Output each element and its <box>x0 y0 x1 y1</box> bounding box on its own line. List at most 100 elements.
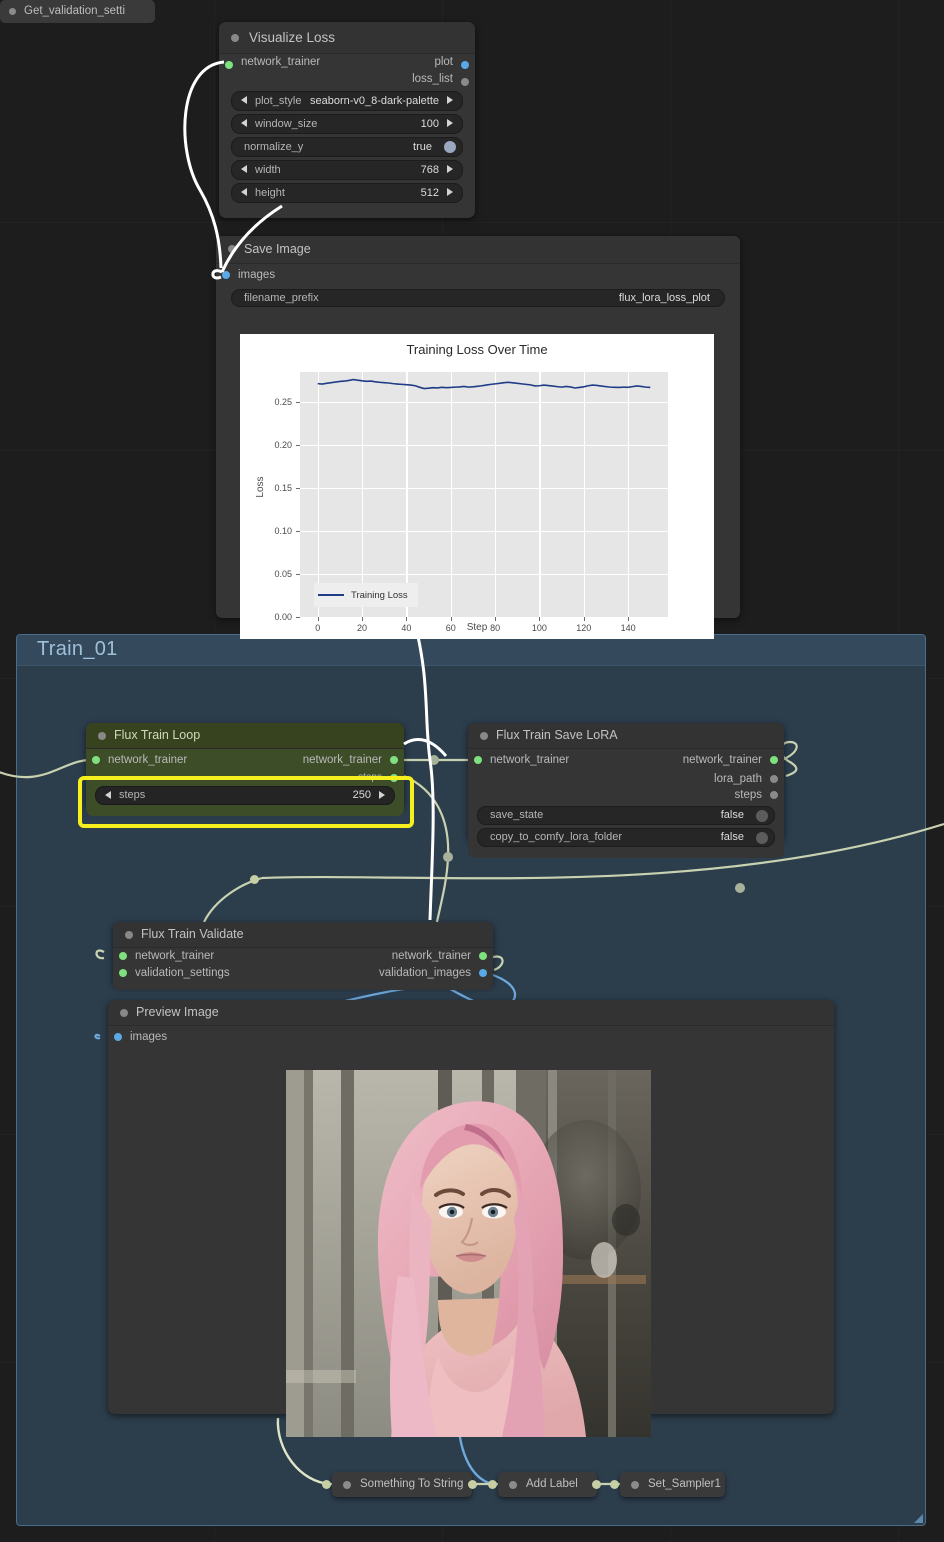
node-flux-train-validate[interactable]: Flux Train Validate network_trainer netw… <box>113 922 493 990</box>
collapsed-input-pin-icon[interactable] <box>322 1480 331 1489</box>
input-pin-icon[interactable] <box>474 756 482 764</box>
widget-value[interactable]: true <box>413 138 432 156</box>
widget-value[interactable]: 768 <box>421 161 439 179</box>
toggle-icon[interactable] <box>756 809 768 822</box>
node-flux-train-save-lora[interactable]: Flux Train Save LoRA network_trainer net… <box>468 723 784 858</box>
widget-width[interactable]: width 768 <box>231 160 463 180</box>
node-title-text: Something To String <box>360 1478 464 1490</box>
decrement-arrow-icon[interactable] <box>241 188 247 196</box>
output-pin-icon[interactable] <box>770 791 778 799</box>
collapsed-input-pin-icon[interactable] <box>610 1480 619 1489</box>
widget-window-size[interactable]: window_size 100 <box>231 114 463 134</box>
input-pin-icon[interactable] <box>119 969 127 977</box>
widget-save-state[interactable]: save_state false <box>477 806 775 825</box>
widget-filename-prefix[interactable]: filename_prefix flux_lora_loss_plot <box>231 289 725 307</box>
slot-images-in[interactable]: images <box>216 264 740 286</box>
slot-label: network_trainer <box>135 950 215 962</box>
slot-steps-out[interactable]: steps <box>468 787 784 803</box>
group-resize-handle[interactable] <box>914 1514 923 1523</box>
node-visualize-loss[interactable]: Visualize Loss network_trainer plot loss… <box>219 22 475 218</box>
chart-x-tick-label: 100 <box>531 623 547 633</box>
widget-value[interactable]: 100 <box>421 115 439 133</box>
slot-network-trainer-in[interactable]: network_trainer plot <box>219 54 475 71</box>
input-pin-icon[interactable] <box>225 61 233 69</box>
node-collapse-icon[interactable] <box>125 931 133 939</box>
node-title-bar[interactable]: Add Label <box>498 1472 597 1497</box>
output-pin-icon[interactable] <box>479 952 487 960</box>
node-collapse-icon[interactable] <box>631 1481 639 1489</box>
increment-arrow-icon[interactable] <box>447 165 453 173</box>
node-title-bar[interactable]: Something To String <box>332 1472 472 1497</box>
node-collapse-icon[interactable] <box>480 732 488 740</box>
output-pin-icon[interactable] <box>770 775 778 783</box>
node-collapse-icon[interactable] <box>343 1481 351 1489</box>
node-title-bar[interactable]: Preview Image <box>108 1000 834 1026</box>
node-collapse-icon[interactable] <box>509 1481 517 1489</box>
widget-value[interactable]: false <box>721 807 744 824</box>
input-pin-icon[interactable] <box>114 1033 122 1041</box>
slot-loss-list-out[interactable]: loss_list <box>219 71 475 88</box>
widget-value[interactable]: seaborn-v0_8-dark-palette <box>310 92 439 110</box>
slot-network-trainer[interactable]: network_trainer network_trainer <box>86 749 404 771</box>
node-title-bar[interactable]: Get_validation_setti <box>0 0 155 23</box>
collapsed-output-pin-icon[interactable] <box>592 1480 601 1489</box>
input-pin-icon[interactable] <box>222 271 230 279</box>
widget-height[interactable]: height 512 <box>231 183 463 203</box>
legend-line-icon <box>318 594 344 596</box>
toggle-icon[interactable] <box>444 140 456 153</box>
node-title-bar[interactable]: Visualize Loss <box>219 22 475 54</box>
increment-arrow-icon[interactable] <box>447 119 453 127</box>
node-collapse-icon[interactable] <box>228 245 236 253</box>
collapsed-input-pin-icon[interactable] <box>488 1480 497 1489</box>
comfyui-canvas[interactable]: Train_01 Visualize Loss network_trainer … <box>0 0 944 1542</box>
chart-x-tick-label: 120 <box>576 623 592 633</box>
output-pin-icon[interactable] <box>770 756 778 764</box>
slot-validation-settings[interactable]: validation_settings validation_images <box>113 965 493 982</box>
slot-lora-path-out[interactable]: lora_path <box>468 771 784 787</box>
decrement-arrow-icon[interactable] <box>241 165 247 173</box>
node-preview-image[interactable]: Preview Image images <box>108 1000 834 1437</box>
node-add-label[interactable]: Add Label <box>498 1472 597 1497</box>
input-pin-icon[interactable] <box>92 756 100 764</box>
slot-network-trainer[interactable]: network_trainer network_trainer <box>113 948 493 965</box>
node-title-bar[interactable]: Flux Train Loop <box>86 723 404 749</box>
output-pin-icon[interactable] <box>479 969 487 977</box>
node-title-text: Flux Train Save LoRA <box>496 728 618 742</box>
collapsed-output-pin-icon[interactable] <box>468 1480 477 1489</box>
slot-images-in[interactable]: images <box>108 1026 834 1048</box>
validation-image-preview[interactable] <box>286 1070 651 1437</box>
toggle-icon[interactable] <box>756 831 768 844</box>
widget-plot-style[interactable]: plot_style seaborn-v0_8-dark-palette <box>231 91 463 111</box>
widget-copy-to-comfy-lora-folder[interactable]: copy_to_comfy_lora_folder false <box>477 828 775 847</box>
widget-value[interactable]: 512 <box>421 184 439 202</box>
node-collapse-icon[interactable] <box>120 1009 128 1017</box>
output-pin-icon[interactable] <box>461 78 469 86</box>
widget-value[interactable]: false <box>721 829 744 846</box>
input-pin-icon[interactable] <box>119 952 127 960</box>
node-title-bar[interactable]: Flux Train Validate <box>113 922 493 948</box>
node-save-image[interactable]: Save Image images filename_prefix flux_l… <box>216 236 740 639</box>
chart-x-tick-label: 20 <box>357 623 368 633</box>
output-pin-icon[interactable] <box>461 61 469 69</box>
node-collapse-icon[interactable] <box>9 8 16 15</box>
node-something-to-string[interactable]: Something To String <box>332 1472 472 1497</box>
widget-value[interactable]: flux_lora_loss_plot <box>619 290 710 306</box>
slot-label: network_trainer <box>391 950 471 962</box>
increment-arrow-icon[interactable] <box>447 96 453 104</box>
node-title-bar[interactable]: Save Image <box>216 236 740 264</box>
widget-label: window_size <box>255 118 318 130</box>
increment-arrow-icon[interactable] <box>447 188 453 196</box>
node-collapse-icon[interactable] <box>98 732 106 740</box>
group-header[interactable] <box>17 635 925 666</box>
slot-network-trainer[interactable]: network_trainer network_trainer <box>468 749 784 771</box>
decrement-arrow-icon[interactable] <box>241 119 247 127</box>
node-set-sampler1[interactable]: Set_Sampler1 <box>620 1472 725 1497</box>
node-title-bar[interactable]: Set_Sampler1 <box>620 1472 725 1497</box>
node-get-validation-settings[interactable]: Get_validation_setti <box>0 0 259 884</box>
decrement-arrow-icon[interactable] <box>241 96 247 104</box>
node-title-bar[interactable]: Flux Train Save LoRA <box>468 723 784 749</box>
widget-normalize-y[interactable]: normalize_y true <box>231 137 463 157</box>
output-pin-icon[interactable] <box>390 756 398 764</box>
collapsed-output-pin-icon[interactable] <box>250 875 259 884</box>
node-collapse-icon[interactable] <box>231 34 239 42</box>
